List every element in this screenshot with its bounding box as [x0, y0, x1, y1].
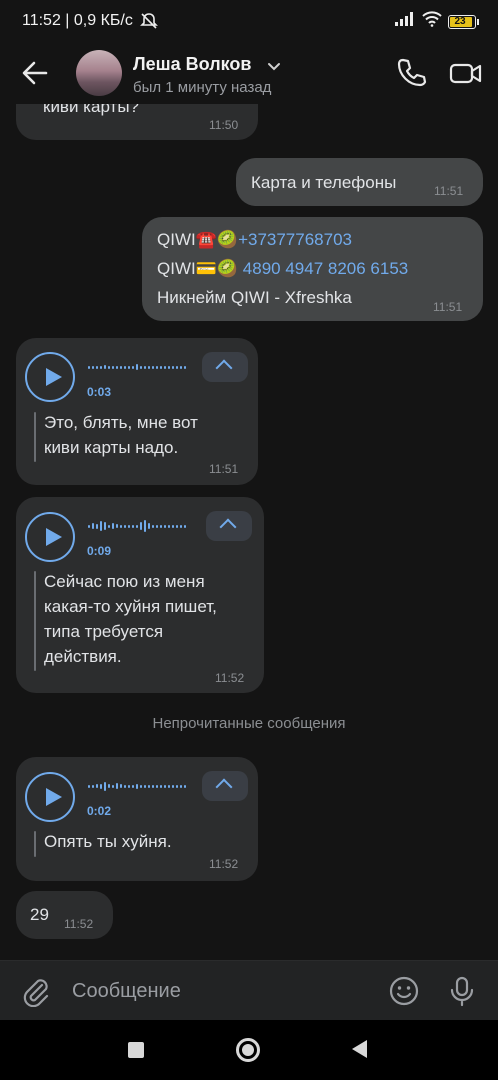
- mute-icon: [140, 12, 158, 35]
- message-list[interactable]: киви карты? 11:50 Карта и телефоны 11:51…: [0, 104, 498, 960]
- message-outgoing[interactable]: QIWI☎️🥝+37377768703 QIWI💳🥝 4890 4947 820…: [142, 217, 483, 321]
- waveform[interactable]: [88, 516, 186, 536]
- card-number-link[interactable]: 4890 4947 8206 6153: [243, 259, 408, 278]
- message-time: 11:51: [434, 184, 464, 198]
- message-text: 29: [30, 905, 49, 924]
- emoji: 💳🥝: [195, 259, 239, 278]
- arrow-left-icon: [22, 61, 48, 85]
- sticker-button[interactable]: [388, 975, 420, 1007]
- waveform[interactable]: [88, 357, 186, 377]
- message-text: Карта и телефоны: [251, 173, 397, 192]
- transcript-bar: [34, 412, 36, 462]
- message-time: 11:50: [209, 118, 239, 132]
- message-incoming[interactable]: киви карты? 11:50: [16, 104, 258, 140]
- signal-icon: [394, 11, 416, 32]
- chat-header: Леша Волков был 1 минуту назад: [0, 42, 498, 104]
- emoji: ☎️🥝: [195, 230, 239, 249]
- voice-message[interactable]: 0:09 Сейчас пою из меня какая-то хуйня п…: [16, 497, 264, 693]
- transcript-line: Сейчас пою из меня: [44, 572, 205, 591]
- transcript-line: типа требуется: [44, 622, 164, 641]
- phone-link[interactable]: +37377768703: [238, 230, 352, 249]
- message-time: 11:52: [209, 857, 239, 871]
- paperclip-icon: [23, 979, 49, 1008]
- transcript-collapse-button[interactable]: [202, 771, 248, 801]
- voice-duration: 0:03: [87, 385, 112, 399]
- system-nav-bar: [0, 1020, 498, 1080]
- message-time: 11:52: [215, 671, 245, 685]
- message-time: 11:51: [433, 300, 463, 314]
- message-composer: [0, 960, 498, 1020]
- back-button[interactable]: [20, 58, 50, 88]
- voice-duration: 0:09: [87, 544, 112, 558]
- voice-message[interactable]: 0:02 Опять ты хуйня. 11:52: [16, 757, 258, 881]
- message-incoming[interactable]: 29 11:52: [16, 891, 113, 939]
- play-button[interactable]: [25, 772, 75, 822]
- transcript-bar: [34, 831, 36, 857]
- status-bar: 11:52 | 0,9 КБ/с 23: [0, 0, 498, 42]
- transcript-line: действия.: [44, 647, 122, 666]
- voice-duration: 0:02: [87, 804, 112, 818]
- message-line: QIWI💳🥝 4890 4947 8206 6153: [157, 256, 408, 281]
- message-input[interactable]: [72, 975, 372, 1007]
- phone-icon: [397, 58, 427, 87]
- microphone-icon: [450, 976, 474, 1007]
- voice-record-button[interactable]: [446, 975, 478, 1007]
- voice-message[interactable]: 0:03 Это, блять, мне вот киви карты надо…: [16, 338, 258, 485]
- call-button[interactable]: [394, 56, 428, 90]
- video-camera-icon: [449, 63, 482, 84]
- status-icons: 23: [394, 11, 479, 32]
- battery-icon: 23: [448, 14, 479, 29]
- play-button[interactable]: [25, 512, 75, 562]
- status-time: 11:52 | 0,9 КБ/с: [22, 12, 133, 29]
- qiwi-label: QIWI: [157, 230, 196, 249]
- transcript-collapse-button[interactable]: [202, 352, 248, 382]
- unread-divider: Непрочитанные сообщения: [152, 715, 346, 732]
- attach-button[interactable]: [20, 975, 52, 1008]
- transcript-bar: [34, 571, 36, 671]
- play-button[interactable]: [25, 352, 75, 402]
- system-back-button[interactable]: [352, 1040, 367, 1058]
- chevron-down-icon[interactable]: [267, 59, 281, 77]
- transcript-collapse-button[interactable]: [206, 511, 252, 541]
- smile-icon: [389, 976, 419, 1006]
- home-button[interactable]: [236, 1038, 260, 1062]
- message-text: Никнейм QIWI - Xfreshka: [157, 288, 352, 307]
- message-time: 11:52: [64, 917, 94, 931]
- transcript-line: киви карты надо.: [44, 438, 179, 457]
- recents-button[interactable]: [128, 1042, 144, 1058]
- contact-name[interactable]: Леша Волков: [133, 54, 251, 75]
- video-call-button[interactable]: [448, 56, 484, 90]
- battery-level: 23: [454, 15, 466, 27]
- qiwi-label: QIWI: [157, 259, 196, 278]
- transcript-line: Опять ты хуйня.: [44, 832, 172, 851]
- transcript-line: какая-то хуйня пишет,: [44, 597, 217, 616]
- message-outgoing[interactable]: Карта и телефоны 11:51: [236, 158, 483, 206]
- transcript-line: Это, блять, мне вот: [44, 413, 198, 432]
- waveform[interactable]: [88, 776, 186, 796]
- message-line: QIWI☎️🥝+37377768703: [157, 227, 352, 252]
- message-time: 11:51: [209, 462, 239, 476]
- wifi-icon: [422, 11, 442, 32]
- message-text: киви карты?: [43, 104, 139, 116]
- avatar[interactable]: [76, 50, 122, 96]
- contact-last-seen: был 1 минуту назад: [133, 79, 272, 96]
